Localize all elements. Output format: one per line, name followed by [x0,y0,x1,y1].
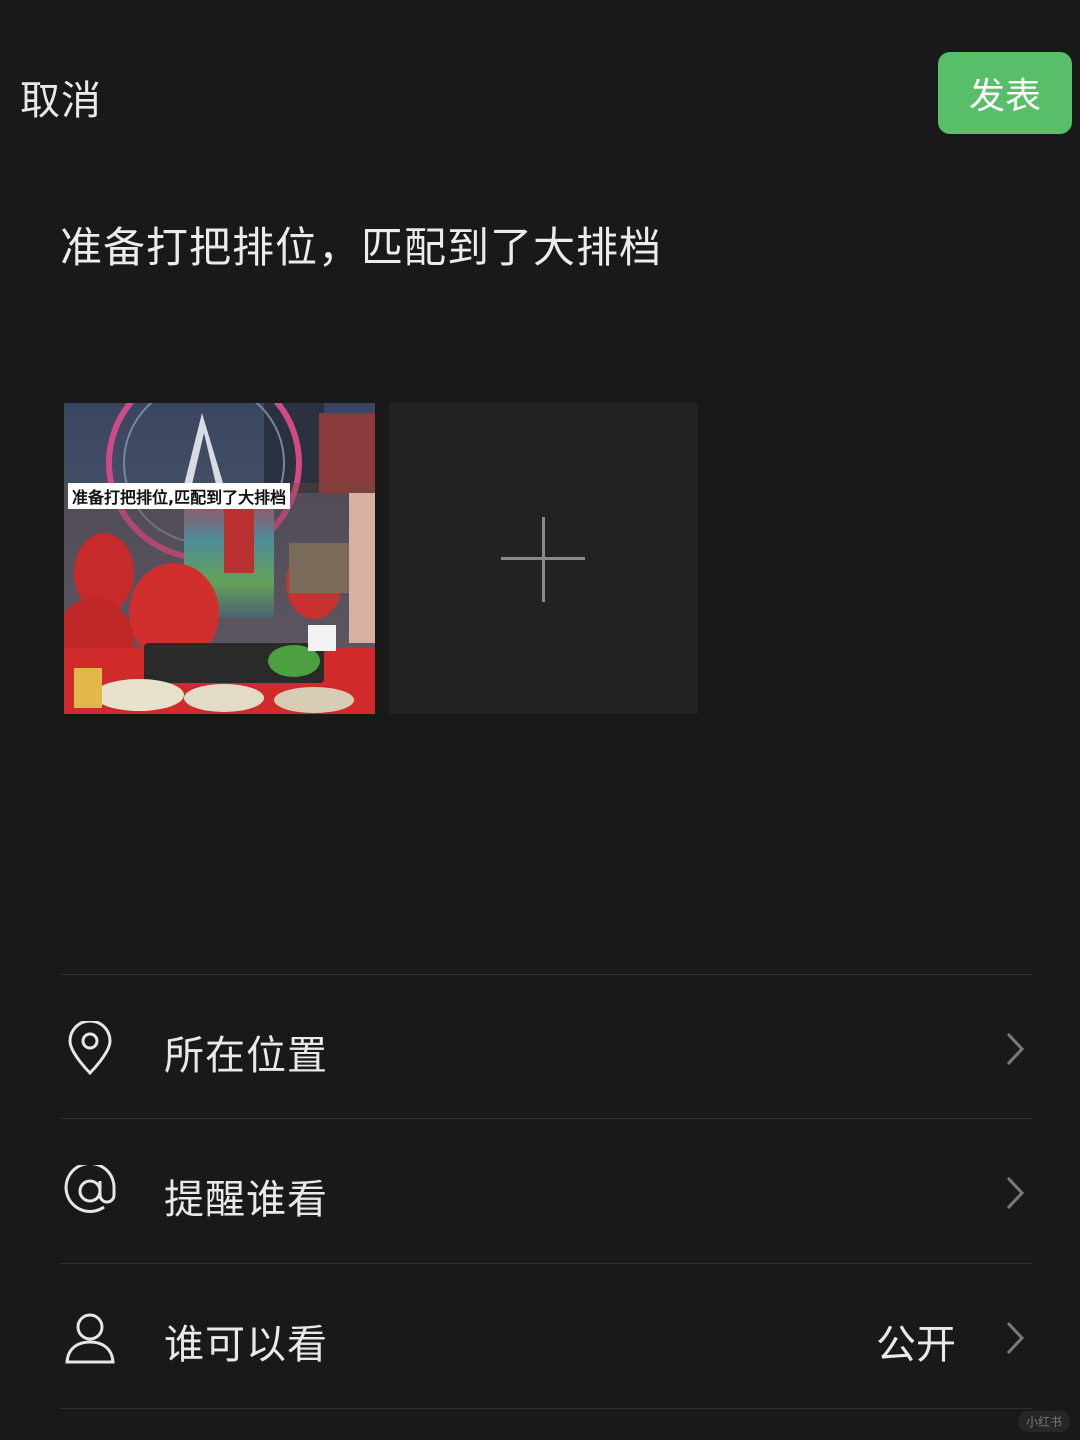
add-photo-button[interactable] [389,403,698,714]
publish-button[interactable]: 发表 [938,52,1072,134]
location-row[interactable]: 所在位置 [60,975,1032,1119]
person-icon [60,1310,120,1366]
remind-who-row[interactable]: 提醒谁看 [60,1119,1032,1263]
chevron-right-icon [1004,1031,1026,1071]
post-text-input[interactable]: 准备打把排位，匹配到了大排档 [60,214,662,275]
location-pin-icon [60,1019,120,1077]
visibility-value: 公开 [876,1322,956,1368]
cancel-button[interactable]: 取消 [20,68,102,126]
photo-scene-image [64,403,375,714]
who-can-see-row[interactable]: 谁可以看 公开 [60,1264,1032,1408]
chevron-right-icon [1004,1175,1026,1215]
watermark: 小红书 [1017,1411,1070,1432]
remind-who-label: 提醒谁看 [164,1177,328,1223]
location-label: 所在位置 [164,1033,328,1079]
compose-moment-screen: 取消 发表 准备打把排位，匹配到了大排档 准备打把排位,匹配到了大排档 所在位置… [0,0,1080,1440]
photo-caption: 准备打把排位,匹配到了大排档 [68,483,291,509]
divider [60,1408,1032,1409]
at-sign-icon [60,1162,120,1221]
who-can-see-label: 谁可以看 [164,1322,328,1368]
chevron-right-icon [1004,1320,1026,1360]
attached-photo[interactable]: 准备打把排位,匹配到了大排档 [64,403,375,714]
plus-icon-vertical [542,517,545,602]
